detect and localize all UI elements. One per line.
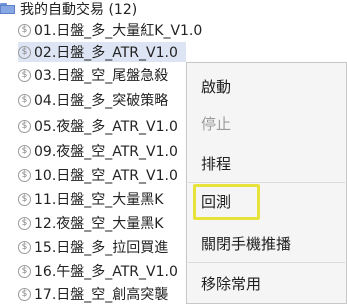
strategy-item[interactable]: $ 15.日盤_多_拉回買進 — [18, 237, 168, 257]
dollar-circle-icon: $ — [18, 240, 31, 254]
dollar-circle-icon: $ — [18, 45, 31, 59]
folder-icon — [0, 3, 15, 14]
dollar-circle-icon: $ — [18, 144, 31, 158]
strategy-label: 17.日盤_空_創高突襲 — [34, 287, 169, 303]
dollar-circle-icon: $ — [18, 119, 31, 133]
dollar-circle-icon: $ — [18, 93, 31, 107]
dollar-circle-icon: $ — [18, 192, 31, 206]
menu-item-remove-favorite[interactable]: 移除常用 — [201, 273, 261, 295]
strategy-item[interactable]: $ 12.夜盤_空_大量黑K — [18, 213, 163, 233]
strategy-label: 02.日盤_多_ATR_V1.0 — [34, 45, 178, 61]
strategy-label: 11.日盤_空_大量黑K — [34, 192, 164, 208]
menu-item-disable-push[interactable]: 關閉手機推播 — [201, 233, 291, 255]
strategy-item[interactable]: $ 16.午盤_多_ATR_V1.0 — [18, 261, 178, 281]
strategy-item[interactable]: $ 03.日盤_空_尾盤急殺 — [18, 65, 168, 85]
folder-row[interactable]: 我的自動交易 (12) — [0, 0, 138, 18]
dollar-circle-icon: $ — [18, 216, 31, 230]
dollar-circle-icon: $ — [18, 68, 31, 82]
folder-label: 我的自動交易 (12) — [20, 1, 138, 18]
strategy-label: 01.日盤_多_大量紅K_V1.0 — [34, 23, 203, 39]
highlight-box — [193, 184, 260, 220]
menu-separator — [188, 182, 345, 183]
strategy-label: 12.夜盤_空_大量黑K — [34, 216, 164, 232]
dollar-circle-icon: $ — [18, 287, 31, 301]
menu-separator — [188, 262, 345, 263]
menu-item-schedule[interactable]: 排程 — [201, 153, 231, 175]
menu-item-start[interactable]: 啟動 — [201, 76, 231, 98]
strategy-label: 15.日盤_多_拉回買進 — [34, 240, 169, 256]
strategy-item-selected[interactable]: $ 02.日盤_多_ATR_V1.0 — [18, 42, 186, 62]
strategy-label: 16.午盤_多_ATR_V1.0 — [34, 264, 178, 280]
strategy-item[interactable]: $ 17.日盤_空_創高突襲 — [18, 284, 168, 304]
strategy-item[interactable]: $ 05.夜盤_多_ATR_V1.0 — [18, 116, 178, 136]
strategy-item[interactable]: $ 09.夜盤_空_ATR_V1.0 — [18, 141, 178, 161]
dollar-circle-icon: $ — [18, 23, 31, 37]
strategy-label: 09.夜盤_空_ATR_V1.0 — [34, 144, 178, 160]
strategy-item[interactable]: $ 01.日盤_多_大量紅K_V1.0 — [18, 20, 202, 40]
menu-item-stop: 停止 — [201, 115, 232, 133]
strategy-label: 04.日盤_多_突破策略 — [34, 93, 169, 109]
strategy-item[interactable]: $ 11.日盤_空_大量黑K — [18, 189, 163, 209]
strategy-label: 03.日盤_空_尾盤急殺 — [34, 68, 169, 84]
strategy-item[interactable]: $ 04.日盤_多_突破策略 — [18, 90, 168, 110]
dollar-circle-icon: $ — [18, 264, 31, 278]
dollar-circle-icon: $ — [18, 168, 31, 182]
strategy-item[interactable]: $ 10.日盤_空_ATR_V1.0 — [18, 165, 178, 185]
strategy-label: 10.日盤_空_ATR_V1.0 — [34, 168, 178, 184]
strategy-label: 05.夜盤_多_ATR_V1.0 — [34, 119, 178, 135]
context-menu: 啟動 停止 排程 回測 關閉手機推播 移除常用 — [186, 62, 347, 304]
